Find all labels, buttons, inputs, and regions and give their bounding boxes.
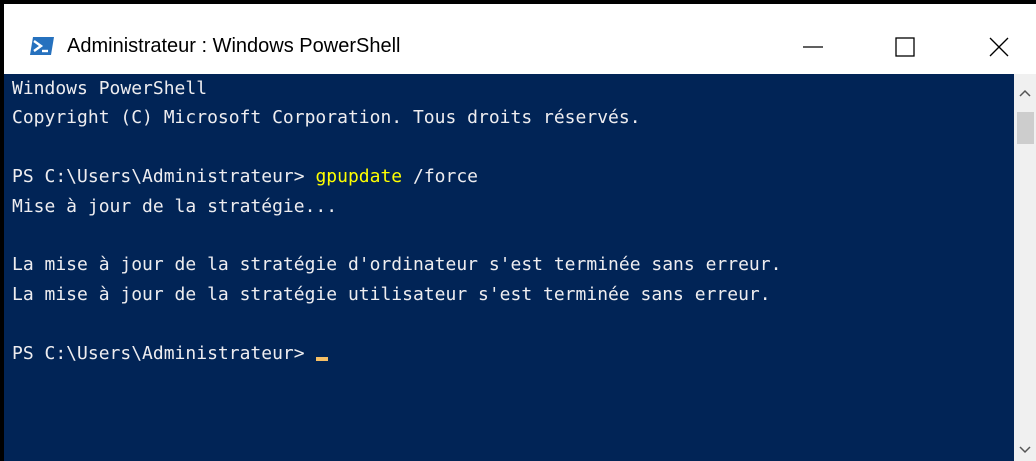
scroll-up-button[interactable] [1014, 82, 1036, 104]
chevron-down-icon [1019, 446, 1031, 454]
chevron-up-icon [1019, 89, 1031, 97]
minimize-button[interactable] [790, 24, 836, 70]
command-args: /force [402, 166, 478, 188]
console-line: La mise à jour de la stratégie d'ordinat… [12, 254, 782, 276]
maximize-button[interactable] [882, 24, 928, 70]
powershell-window: Administrateur : Windows PowerShell Wind… [4, 4, 1036, 461]
title-bar[interactable]: Administrateur : Windows PowerShell [4, 4, 1036, 74]
close-icon [989, 37, 1009, 57]
console-line: La mise à jour de la stratégie utilisate… [12, 283, 771, 305]
minimize-icon [803, 46, 823, 48]
scroll-down-button[interactable] [1014, 439, 1036, 461]
vertical-scrollbar[interactable] [1014, 74, 1036, 461]
console-prompt-line: PS C:\Users\Administrateur> [12, 339, 1014, 368]
console-output[interactable]: Windows PowerShell Copyright (C) Microsof… [12, 74, 1014, 461]
prompt-text: PS C:\Users\Administrateur> [12, 342, 316, 364]
powershell-icon [30, 36, 54, 56]
command-name: gpupdate [315, 166, 403, 188]
maximize-icon [895, 37, 915, 57]
console-prompt-line: PS C:\Users\Administrateur> gpupdate /fo… [12, 162, 1014, 191]
close-button[interactable] [976, 24, 1022, 70]
scrollbar-thumb[interactable] [1017, 112, 1034, 144]
prompt-text: PS C:\Users\Administrateur> [12, 166, 316, 188]
console-line: Copyright (C) Microsoft Corporation. Tou… [12, 107, 641, 129]
console-line: Windows PowerShell [12, 78, 208, 99]
text-cursor [316, 356, 329, 361]
console-line: Mise à jour de la stratégie... [12, 195, 338, 217]
window-title: Administrateur : Windows PowerShell [67, 35, 401, 57]
